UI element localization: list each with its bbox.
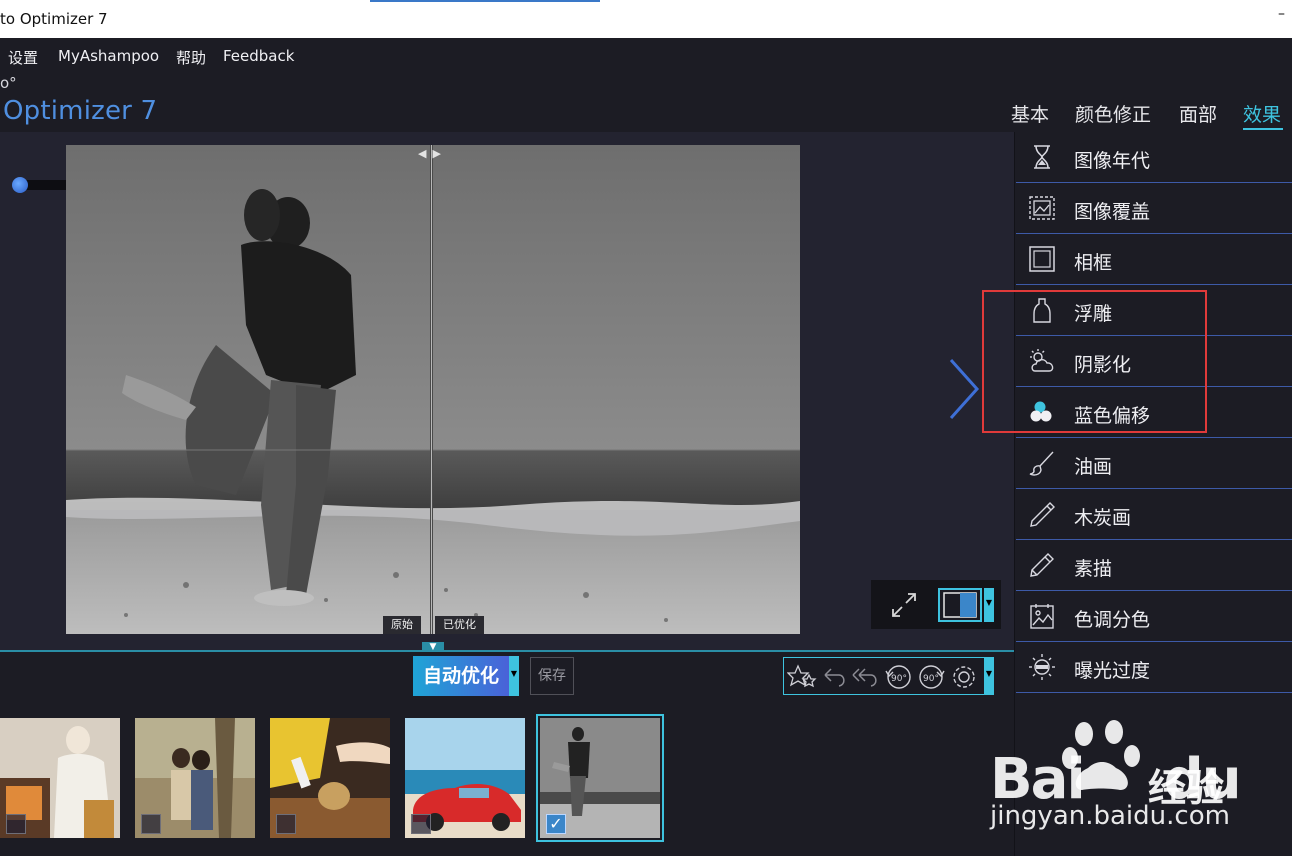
settings-icon[interactable] bbox=[949, 663, 979, 691]
next-image-arrow-icon[interactable] bbox=[947, 358, 981, 420]
menu-bar: 设置 MyAshampoo 帮助 Feedback bbox=[0, 38, 1292, 74]
effect-tone-split[interactable]: 色调分色 bbox=[1016, 591, 1292, 642]
fullscreen-expand-icon[interactable] bbox=[889, 590, 919, 620]
menu-myashampoo[interactable]: MyAshampoo bbox=[58, 47, 159, 65]
undo-icon[interactable] bbox=[819, 663, 849, 691]
menu-settings[interactable]: 设置 bbox=[8, 47, 38, 68]
minimize-icon[interactable]: – bbox=[1278, 6, 1288, 22]
optimized-label: 已优化 bbox=[435, 616, 484, 634]
undo-all-icon[interactable] bbox=[849, 663, 881, 691]
toolbar-dropdown-icon[interactable]: ▼ bbox=[984, 657, 994, 695]
save-button[interactable]: 保存 bbox=[530, 657, 574, 695]
view-controls: ▼ bbox=[871, 580, 1001, 629]
effect-sketch[interactable]: 素描 bbox=[1016, 540, 1292, 591]
compare-dropdown-icon[interactable]: ▼ bbox=[984, 588, 994, 622]
logo-fragment: o° bbox=[0, 74, 17, 92]
overexposure-icon bbox=[1029, 654, 1055, 680]
watermark-url: jingyan.baidu.com bbox=[990, 801, 1230, 831]
menu-feedback[interactable]: Feedback bbox=[223, 47, 294, 65]
shadow-icon bbox=[1030, 349, 1054, 372]
effect-label: 曝光过度 bbox=[1074, 660, 1151, 682]
app-header: o° Optimizer 7 基本 颜色修正 面部 效果 bbox=[0, 74, 1292, 132]
thumbnail-couple-beach-bw[interactable]: ✓ bbox=[536, 714, 664, 842]
title-accent-line bbox=[370, 0, 600, 2]
thumbnail-checkbox[interactable] bbox=[411, 814, 431, 834]
effect-oil-painting[interactable]: 油画 bbox=[1016, 438, 1292, 489]
effect-image-age[interactable]: 图像年代 bbox=[1016, 132, 1292, 183]
collapse-chevron-icon[interactable]: ▼ bbox=[422, 642, 444, 652]
rotate-right-90-icon[interactable]: 90° bbox=[915, 663, 947, 691]
auto-optimize-dropdown-icon[interactable]: ▼ bbox=[509, 656, 519, 696]
tab-face[interactable]: 面部 bbox=[1179, 100, 1217, 127]
effect-label: 浮雕 bbox=[1074, 303, 1113, 325]
effect-emboss[interactable]: 浮雕 bbox=[1016, 285, 1292, 336]
effect-label: 蓝色偏移 bbox=[1074, 405, 1151, 427]
compare-view-button[interactable] bbox=[938, 588, 982, 622]
thumbnail-checkbox[interactable] bbox=[6, 814, 26, 834]
tab-basic[interactable]: 基本 bbox=[1011, 100, 1049, 127]
charcoal-icon bbox=[1030, 502, 1055, 527]
split-view-icon bbox=[943, 592, 977, 618]
effect-label: 油画 bbox=[1074, 456, 1113, 478]
effect-label: 图像年代 bbox=[1074, 150, 1151, 172]
tab-color-correction[interactable]: 颜色修正 bbox=[1075, 100, 1151, 127]
zoom-slider-handle[interactable] bbox=[12, 177, 28, 193]
split-arrows-icon[interactable]: ◀▶ bbox=[418, 147, 447, 160]
active-tab-indicator bbox=[1243, 128, 1283, 130]
thumbnail-baking-hands[interactable] bbox=[270, 718, 390, 838]
effect-label: 相框 bbox=[1074, 252, 1113, 274]
tone-split-icon bbox=[1030, 604, 1054, 629]
rotate-left-90-icon[interactable]: 90° bbox=[883, 663, 915, 691]
sketch-pencil-icon bbox=[1030, 553, 1054, 577]
blue-shift-icon bbox=[1030, 401, 1052, 422]
effect-overexposure[interactable]: 曝光过度 bbox=[1016, 642, 1292, 693]
auto-optimize-button[interactable]: 自动优化 bbox=[413, 656, 509, 696]
thumbnail-checkbox[interactable] bbox=[276, 814, 296, 834]
hourglass-icon bbox=[1034, 145, 1050, 169]
effect-label: 木炭画 bbox=[1074, 507, 1132, 529]
thumbnail-checkbox[interactable] bbox=[141, 814, 161, 834]
menu-help[interactable]: 帮助 bbox=[176, 47, 206, 68]
emboss-icon bbox=[1033, 298, 1051, 323]
thumbnail-red-car-beach[interactable] bbox=[405, 718, 525, 838]
effect-label: 图像覆盖 bbox=[1074, 201, 1151, 223]
edit-toolbar: 90° 90° bbox=[783, 657, 985, 695]
svg-text:90°: 90° bbox=[923, 674, 939, 684]
tab-effects[interactable]: 效果 bbox=[1243, 100, 1281, 127]
main-photo-preview[interactable] bbox=[66, 145, 800, 634]
original-label: 原始 bbox=[383, 616, 421, 634]
effect-image-overlay[interactable]: 图像覆盖 bbox=[1016, 183, 1292, 234]
effect-blue-shift[interactable]: 蓝色偏移 bbox=[1016, 387, 1292, 438]
title-bar: to Optimizer 7 – bbox=[0, 0, 1292, 38]
star-icon[interactable] bbox=[787, 663, 817, 691]
svg-text:90°: 90° bbox=[891, 674, 907, 684]
window-title: to Optimizer 7 bbox=[0, 10, 108, 28]
thumbnail-checkbox-checked[interactable]: ✓ bbox=[546, 814, 566, 834]
app-logo: Optimizer 7 bbox=[3, 96, 158, 126]
effect-label: 阴影化 bbox=[1074, 354, 1132, 376]
effect-label: 色调分色 bbox=[1074, 609, 1151, 631]
thumbnail-kitchen-woman[interactable] bbox=[0, 718, 120, 838]
effect-label: 素描 bbox=[1074, 558, 1113, 580]
oil-paint-brush-icon bbox=[1029, 451, 1054, 476]
thumbnail-couple-tree[interactable] bbox=[135, 718, 255, 838]
effect-shadow[interactable]: 阴影化 bbox=[1016, 336, 1292, 387]
effect-frame[interactable]: 相框 bbox=[1016, 234, 1292, 285]
frame-icon bbox=[1029, 246, 1055, 272]
image-overlay-icon bbox=[1029, 196, 1055, 220]
effect-charcoal[interactable]: 木炭画 bbox=[1016, 489, 1292, 540]
compare-split-handle[interactable] bbox=[430, 145, 433, 634]
